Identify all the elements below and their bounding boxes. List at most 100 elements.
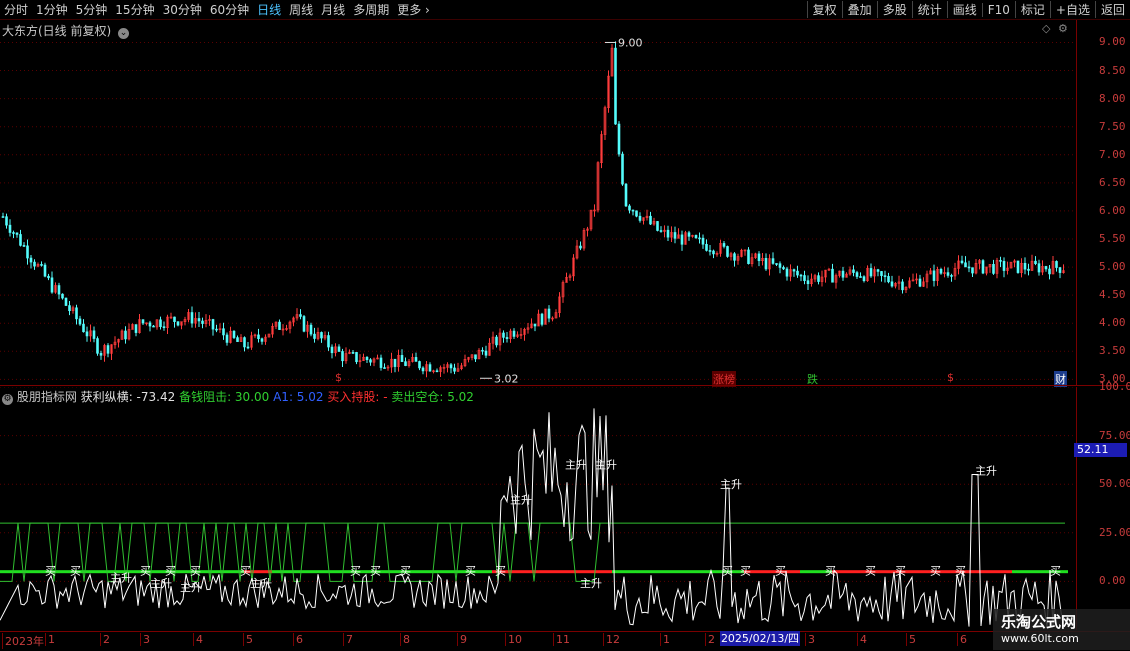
candle-body: [918, 278, 922, 287]
period-tab[interactable]: 分时: [0, 1, 32, 18]
candle-body: [512, 330, 516, 337]
candle-body: [708, 250, 712, 252]
candle-body: [579, 245, 582, 249]
period-tab[interactable]: 更多 ›: [393, 1, 434, 18]
up-signal-label: 主升: [110, 571, 132, 584]
candle-body: [792, 269, 796, 272]
candle-body: [369, 359, 372, 363]
buy-signal-label: 买: [865, 565, 876, 578]
candle-body: [309, 324, 313, 335]
candle-body: [82, 323, 85, 333]
candle-body: [705, 243, 708, 251]
candle-body: [617, 123, 621, 155]
toolbar-button[interactable]: 标记: [1014, 1, 1050, 18]
candle-body: [680, 234, 684, 245]
price-tick-label: 5.50: [1099, 232, 1126, 245]
indicator-chart[interactable]: 买买买买买买买买买买买买买买买买买买买买主升 主升 主升 主升 主升 主升 主升 主升 主升 主升: [0, 387, 1075, 630]
period-tab[interactable]: 5分钟: [72, 1, 112, 18]
date-tick-label: 3: [805, 633, 815, 646]
candle-body: [19, 234, 22, 246]
period-tab[interactable]: 月线: [317, 1, 349, 18]
candle-body: [148, 322, 152, 327]
candle-body: [152, 325, 155, 328]
indicator-tick-label: 50.00: [1099, 477, 1130, 491]
candle-body: [712, 250, 715, 255]
date-tick-label: 6: [293, 633, 303, 646]
candle-body: [484, 350, 488, 356]
candle-body: [638, 215, 642, 221]
candle-body: [967, 266, 971, 269]
candle-body: [106, 345, 110, 354]
toolbar-button[interactable]: 多股: [876, 1, 912, 18]
candle-body: [992, 264, 995, 274]
panel-divider: [0, 385, 1130, 386]
candle-body: [1023, 262, 1027, 270]
buy-signal-label: 买: [1050, 565, 1061, 578]
candle-body: [57, 285, 61, 295]
candle-body: [628, 205, 631, 211]
candle-body: [404, 361, 407, 366]
price-tick-label: 6.00: [1099, 203, 1126, 217]
period-tab[interactable]: 60分钟: [206, 1, 253, 18]
candle-body: [159, 319, 162, 327]
candle-body: [771, 258, 775, 264]
candle-body: [449, 364, 453, 369]
candle-body: [78, 318, 82, 325]
buy-signal-label: 买: [495, 565, 506, 578]
date-tick-label: 11: [553, 633, 570, 646]
date-tick-label: 5: [906, 633, 916, 646]
candle-body: [474, 354, 477, 360]
price-tick-label: 8.00: [1099, 91, 1126, 105]
candle-body: [173, 316, 176, 322]
candle-body: [880, 271, 883, 276]
candle-body: [246, 346, 250, 349]
candle-body: [75, 307, 78, 320]
price-tick-label: 4.00: [1099, 316, 1126, 330]
period-tab[interactable]: 日线: [253, 1, 285, 18]
buy-signal-label: 买: [930, 565, 941, 578]
candle-body: [61, 293, 64, 299]
toolbar-button[interactable]: 统计: [911, 1, 947, 18]
candle-body: [981, 260, 985, 274]
indicator-axis: 100.0 75.00 50.00 25.00 0.00: [1076, 380, 1130, 630]
toolbar-button[interactable]: 复权: [806, 1, 842, 18]
candle-body: [320, 332, 323, 339]
date-tick-label: 10: [505, 633, 522, 646]
buy-signal-label: 买: [895, 565, 906, 578]
candle-body: [722, 243, 726, 247]
watermark: 乐淘公式网 www.60lt.com: [993, 609, 1130, 650]
candle-body: [785, 268, 789, 277]
candle-body: [1002, 261, 1006, 271]
price-axis: 9.00 8.50 8.00 7.50 7.00 6.50 6.00 5.50 5.00 4.50…: [1076, 20, 1130, 385]
period-tab[interactable]: 15分钟: [111, 1, 158, 18]
candle-body: [1027, 268, 1030, 271]
candle-body: [799, 274, 803, 277]
period-tab[interactable]: 1分钟: [32, 1, 72, 18]
period-tab[interactable]: 周线: [285, 1, 317, 18]
toolbar-button[interactable]: 返回: [1094, 1, 1130, 18]
toolbar-button[interactable]: F10: [981, 2, 1015, 17]
candle-body: [656, 221, 659, 231]
period-tab[interactable]: 多周期: [349, 1, 393, 18]
buy-signal-label: 买: [400, 565, 411, 578]
toolbar-button[interactable]: 画线: [946, 1, 982, 18]
toolbar-button[interactable]: +自选: [1049, 1, 1095, 18]
period-tab[interactable]: 30分钟: [159, 1, 206, 18]
indicator-tick-label: 0.00: [1099, 574, 1126, 588]
candle-body: [211, 319, 215, 330]
toolbar-button[interactable]: 叠加: [841, 1, 877, 18]
candle-body: [1048, 268, 1051, 275]
candle-body: [946, 272, 950, 276]
price-tick-label: 4.50: [1099, 288, 1126, 302]
event-marker[interactable]: $: [946, 371, 955, 384]
min-price-label: 3.02: [494, 372, 519, 385]
price-tick-label: 9.00: [1099, 35, 1126, 49]
price-tick-label: 5.00: [1099, 260, 1126, 274]
buy-signal-label: 买: [140, 565, 151, 578]
event-marker[interactable]: $: [334, 371, 343, 384]
toolbar-buttons: 复权 叠加 多股 统计 画线 F10 标记 +自选 返回: [806, 0, 1130, 19]
candle-body: [841, 270, 845, 278]
date-tick-label: 8: [400, 633, 410, 646]
price-chart[interactable]: 9.00 3.02: [0, 20, 1075, 385]
price-chart-svg: 9.00 3.02: [0, 36, 1075, 385]
